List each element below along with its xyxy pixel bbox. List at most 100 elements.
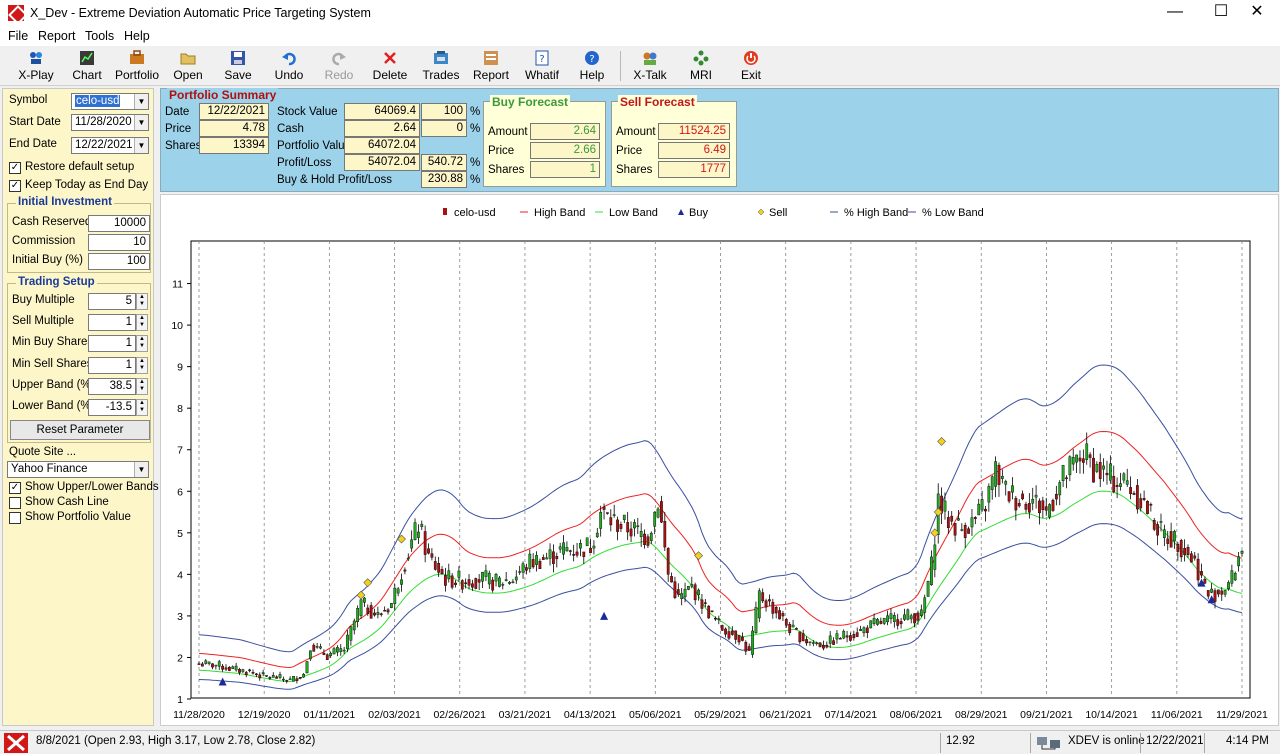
candle-body bbox=[720, 625, 724, 631]
min-sell-shares-input[interactable]: 1 bbox=[88, 357, 136, 374]
candle-body bbox=[1135, 485, 1139, 510]
xtalk-button[interactable]: X-Talk bbox=[624, 48, 676, 84]
x-tick-label: 10/14/2021 bbox=[1085, 709, 1138, 721]
candle-body bbox=[862, 627, 866, 634]
menu-help[interactable]: Help bbox=[124, 29, 150, 43]
open-button[interactable]: Open bbox=[162, 48, 214, 84]
menu-tools[interactable]: Tools bbox=[85, 29, 114, 43]
commission-input[interactable]: 10 bbox=[88, 234, 150, 251]
minimize-button[interactable]: — bbox=[1152, 0, 1198, 26]
candle-body bbox=[430, 553, 434, 558]
min-buy-shares-spinner[interactable]: ▲ ▼ bbox=[136, 335, 148, 352]
candle-body bbox=[633, 522, 636, 529]
buy-multiple-spinner[interactable]: ▲ ▼ bbox=[136, 293, 148, 310]
close-window-button[interactable]: ✕ bbox=[1234, 0, 1280, 26]
candle-body bbox=[892, 615, 896, 622]
candle-body bbox=[595, 532, 599, 538]
candle-body bbox=[1105, 472, 1109, 476]
trades-icon bbox=[434, 51, 448, 64]
x-tick-label: 08/06/2021 bbox=[890, 709, 943, 721]
exit-button[interactable]: Exit bbox=[725, 48, 777, 84]
candle-body bbox=[1095, 464, 1099, 472]
lower-band-spinner[interactable]: ▲ ▼ bbox=[136, 399, 148, 416]
whatif-button[interactable]: ? Whatif bbox=[516, 48, 568, 84]
min-sell-shares-spinner[interactable]: ▲ ▼ bbox=[136, 357, 148, 374]
undo-button[interactable]: Undo bbox=[263, 48, 315, 84]
candle-body bbox=[670, 576, 673, 583]
candle-body bbox=[1027, 503, 1031, 513]
price-chart-svg[interactable]: 11/28/2020 12/19/2020 01/11/2021 02/03/2021… bbox=[161, 195, 1278, 725]
lower-band-input[interactable]: -13.5 bbox=[88, 399, 136, 416]
sell-multiple-input[interactable]: 1 bbox=[88, 314, 136, 331]
candle-body bbox=[717, 618, 721, 620]
candle-body bbox=[349, 626, 353, 641]
xtalk-icon bbox=[643, 52, 657, 65]
restore-default-label: Restore default setup bbox=[25, 161, 135, 173]
candle-body bbox=[292, 676, 295, 682]
candle bbox=[474, 577, 478, 590]
candle-body bbox=[899, 621, 903, 625]
candle-body bbox=[518, 571, 522, 573]
candle-body bbox=[1071, 457, 1075, 465]
profit-loss-label: Profit/Loss bbox=[277, 157, 332, 169]
xplay-button[interactable]: X-Play bbox=[10, 48, 62, 84]
legend-item: Buy bbox=[678, 207, 708, 219]
sell-multiple-spinner[interactable]: ▲ ▼ bbox=[136, 314, 148, 331]
candle-body bbox=[1200, 571, 1203, 576]
profit-loss-pct: 540.72 bbox=[421, 154, 467, 171]
menu-report[interactable]: Report bbox=[38, 29, 76, 43]
initial-buy-input[interactable]: 100 bbox=[88, 253, 150, 270]
candle-body bbox=[352, 620, 356, 631]
upper-band-input[interactable]: 38.5 bbox=[88, 378, 136, 395]
min-buy-shares-input[interactable]: 1 bbox=[88, 335, 136, 352]
end-date-picker[interactable]: 12/22/2021 ▼ bbox=[71, 137, 149, 154]
trades-button[interactable]: Trades bbox=[415, 48, 467, 84]
start-date-picker[interactable]: 11/28/2020 ▼ bbox=[71, 114, 149, 131]
report-button[interactable]: Report bbox=[465, 48, 517, 84]
upper-band-spinner[interactable]: ▲ ▼ bbox=[136, 378, 148, 395]
candle-body bbox=[450, 575, 454, 588]
symbol-dropdown[interactable]: celo-usd ▼ bbox=[71, 93, 149, 110]
delete-button[interactable]: Delete bbox=[364, 48, 416, 84]
summary-date-value: 12/22/2021 bbox=[199, 103, 269, 120]
candle-body bbox=[403, 569, 407, 572]
keep-today-checkbox[interactable]: ✓ bbox=[9, 180, 21, 192]
commission-label: Commission bbox=[12, 235, 76, 247]
candle bbox=[818, 642, 822, 648]
price-chart[interactable]: 11/28/2020 12/19/2020 01/11/2021 02/03/2021… bbox=[160, 194, 1279, 726]
save-button[interactable]: Save bbox=[212, 48, 264, 84]
mri-button[interactable]: MRI bbox=[675, 48, 727, 84]
reset-parameter-button[interactable]: Reset Parameter bbox=[10, 420, 150, 440]
candle bbox=[751, 625, 754, 658]
app-logo-icon bbox=[8, 5, 24, 21]
show-portfolio-value-checkbox[interactable] bbox=[9, 512, 21, 524]
candle-body bbox=[417, 531, 420, 538]
sell-multiple-label: Sell Multiple bbox=[12, 315, 74, 327]
candle-body bbox=[795, 628, 798, 630]
candle-body bbox=[997, 464, 1001, 485]
show-bands-checkbox[interactable]: ✓ bbox=[9, 482, 21, 494]
summary-price-value: 4.78 bbox=[199, 120, 269, 137]
quote-site-dropdown[interactable]: Yahoo Finance ▼ bbox=[7, 461, 149, 478]
candle-body bbox=[805, 639, 808, 644]
candle-body bbox=[211, 663, 214, 668]
chart-button[interactable]: Chart bbox=[61, 48, 113, 84]
candle-body bbox=[1061, 465, 1065, 482]
legend-label: celo-usd bbox=[454, 207, 496, 219]
portfolio-button[interactable]: Portfolio bbox=[111, 48, 163, 84]
lower-band-label: Lower Band (%) bbox=[12, 400, 95, 412]
show-cash-line-checkbox[interactable] bbox=[9, 497, 21, 509]
buy-multiple-input[interactable]: 5 bbox=[88, 293, 136, 310]
toolbar: X-Play Chart Portfolio Open Save Undo Re… bbox=[0, 46, 1280, 86]
legend-swatch bbox=[757, 208, 765, 216]
candle-body bbox=[494, 573, 498, 582]
redo-button[interactable]: Redo bbox=[313, 48, 365, 84]
candle bbox=[359, 597, 363, 619]
menu-file[interactable]: File bbox=[8, 29, 28, 43]
cash-reserved-input[interactable]: 10000 bbox=[88, 215, 150, 232]
help-button[interactable]: ? Help bbox=[566, 48, 618, 84]
candle-body bbox=[261, 672, 265, 674]
restore-default-checkbox[interactable]: ✓ bbox=[9, 162, 21, 174]
candle-body bbox=[585, 537, 589, 547]
candle-body bbox=[710, 610, 714, 612]
